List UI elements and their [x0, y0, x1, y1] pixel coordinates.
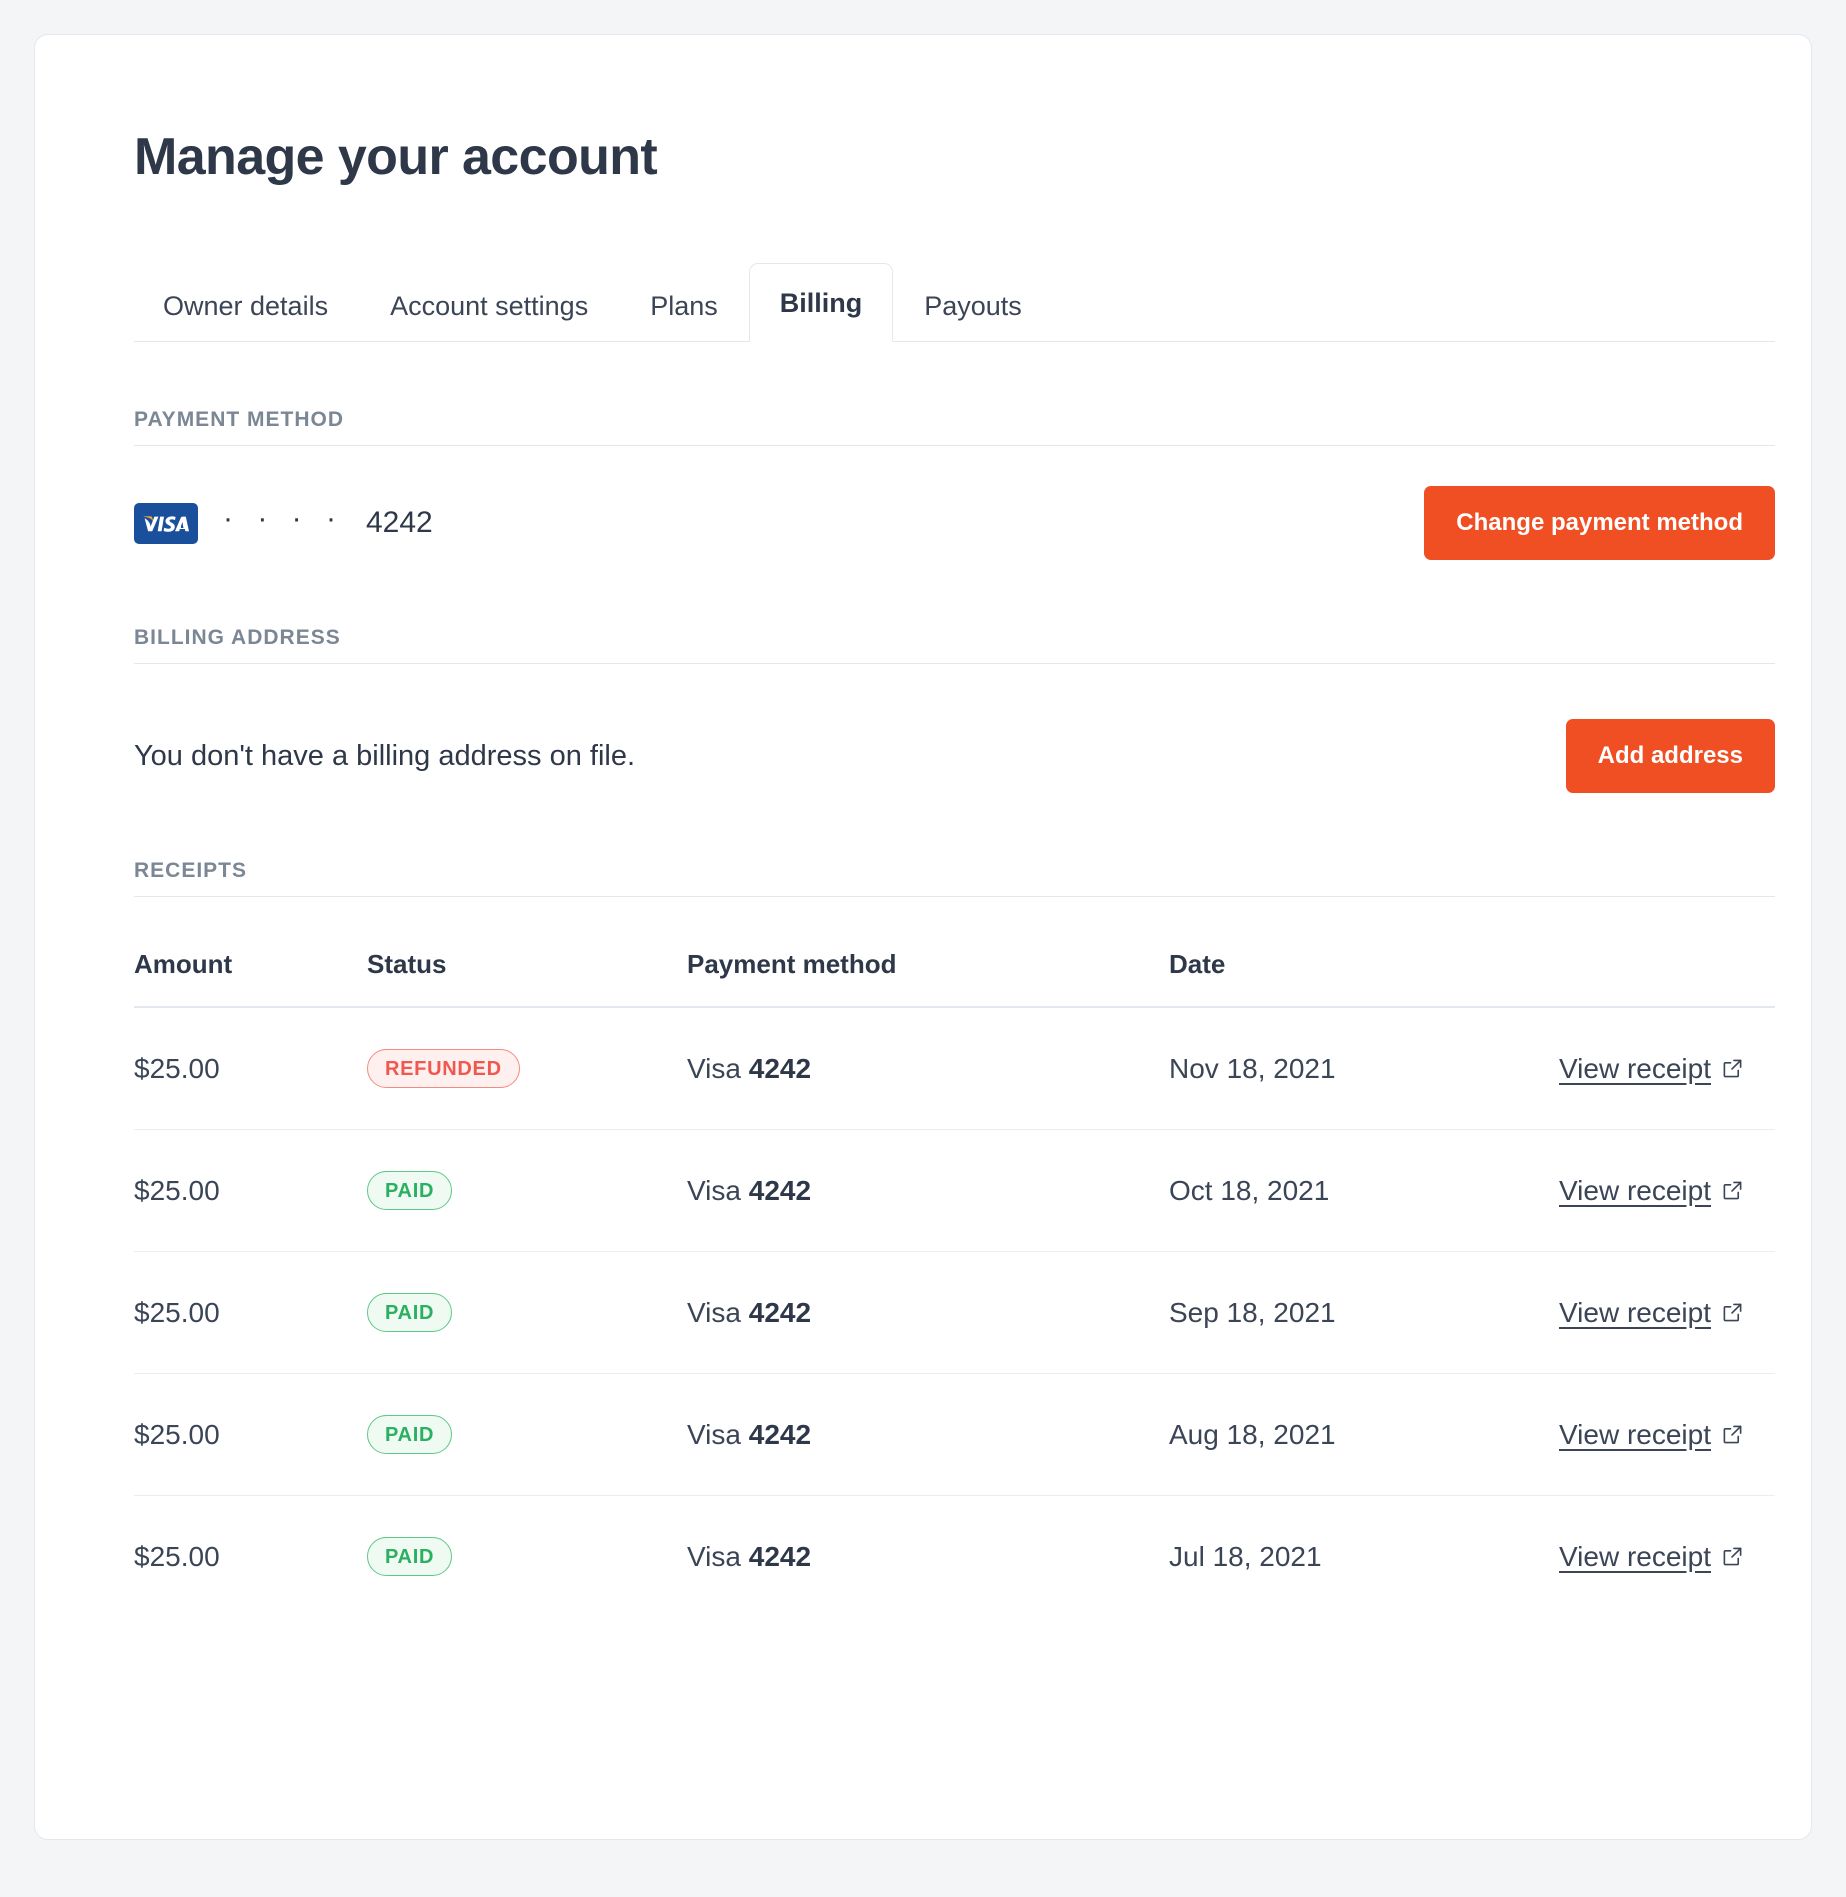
status-badge: PAID: [367, 1293, 452, 1332]
column-header-amount: Amount: [134, 949, 367, 1007]
receipt-amount: $25.00: [134, 1053, 220, 1084]
tab-owner-details[interactable]: Owner details: [134, 268, 359, 342]
receipt-method-brand: Visa: [687, 1175, 749, 1206]
view-receipt-label: View receipt: [1559, 1175, 1711, 1207]
tab-label: Payouts: [924, 291, 1022, 321]
column-header-status: Status: [367, 949, 687, 1007]
tab-bar: Owner details Account settings Plans Bil…: [134, 258, 1775, 342]
external-link-icon: [1722, 1424, 1743, 1445]
receipt-date: Jul 18, 2021: [1169, 1541, 1322, 1572]
view-receipt-label: View receipt: [1559, 1297, 1711, 1329]
tab-account-settings[interactable]: Account settings: [359, 268, 619, 342]
view-receipt-link[interactable]: View receipt: [1559, 1541, 1743, 1573]
receipts-table-body: $25.00 REFUNDED Visa 4242 Nov 18, 2021 V…: [134, 1007, 1775, 1617]
card-last4: 4242: [366, 508, 433, 538]
receipt-date: Sep 18, 2021: [1169, 1297, 1336, 1328]
tab-label: Account settings: [390, 291, 588, 321]
divider: [134, 663, 1775, 664]
view-receipt-link[interactable]: View receipt: [1559, 1297, 1743, 1329]
tab-plans[interactable]: Plans: [619, 268, 749, 342]
page-title: Manage your account: [134, 129, 1749, 186]
receipt-amount: $25.00: [134, 1541, 220, 1572]
receipt-method-digits: 4242: [749, 1053, 811, 1084]
column-header-action: [1559, 949, 1775, 1007]
receipt-method-digits: 4242: [749, 1541, 811, 1572]
visa-logo-icon: [134, 503, 198, 544]
billing-address-section-header: BILLING ADDRESS: [134, 626, 1775, 664]
section-label: PAYMENT METHOD: [134, 408, 1775, 445]
tab-payouts[interactable]: Payouts: [893, 268, 1053, 342]
payment-method-section-header: PAYMENT METHOD: [134, 408, 1775, 446]
receipt-date: Nov 18, 2021: [1169, 1053, 1336, 1084]
divider: [134, 445, 1775, 446]
external-link-icon: [1722, 1302, 1743, 1323]
status-badge: REFUNDED: [367, 1049, 520, 1088]
column-header-payment-method: Payment method: [687, 949, 1169, 1007]
receipt-method-brand: Visa: [687, 1297, 749, 1328]
view-receipt-link[interactable]: View receipt: [1559, 1175, 1743, 1207]
receipts-table: Amount Status Payment method Date $25.00…: [134, 949, 1775, 1617]
tab-label: Owner details: [163, 291, 328, 321]
add-address-button[interactable]: Add address: [1566, 719, 1775, 793]
receipts-section-header: RECEIPTS: [134, 859, 1775, 897]
change-payment-method-button[interactable]: Change payment method: [1424, 486, 1775, 560]
column-header-date: Date: [1169, 949, 1559, 1007]
billing-address-row: You don't have a billing address on file…: [134, 719, 1775, 793]
receipt-amount: $25.00: [134, 1175, 220, 1206]
page-background: Manage your account Owner details Accoun…: [0, 0, 1846, 1897]
card-masked-dots: · · · ·: [223, 504, 344, 534]
receipt-method-brand: Visa: [687, 1419, 749, 1450]
tab-billing[interactable]: Billing: [749, 263, 894, 342]
receipt-method-digits: 4242: [749, 1297, 811, 1328]
view-receipt-link[interactable]: View receipt: [1559, 1053, 1743, 1085]
section-label: BILLING ADDRESS: [134, 626, 1775, 663]
receipt-date: Aug 18, 2021: [1169, 1419, 1336, 1450]
view-receipt-label: View receipt: [1559, 1541, 1711, 1573]
view-receipt-link[interactable]: View receipt: [1559, 1419, 1743, 1451]
table-row: $25.00 PAID Visa 4242 Sep 18, 2021 View …: [134, 1252, 1775, 1374]
status-badge: PAID: [367, 1415, 452, 1454]
external-link-icon: [1722, 1058, 1743, 1079]
receipt-method-digits: 4242: [749, 1175, 811, 1206]
table-row: $25.00 PAID Visa 4242 Oct 18, 2021 View …: [134, 1130, 1775, 1252]
receipts-table-header: Amount Status Payment method Date: [134, 949, 1775, 1007]
tab-label: Plans: [650, 291, 718, 321]
divider: [134, 896, 1775, 897]
receipt-method-brand: Visa: [687, 1053, 749, 1084]
receipt-method-brand: Visa: [687, 1541, 749, 1572]
table-header-row: Amount Status Payment method Date: [134, 949, 1775, 1007]
receipt-date: Oct 18, 2021: [1169, 1175, 1329, 1206]
table-row: $25.00 PAID Visa 4242 Jul 18, 2021 View …: [134, 1496, 1775, 1618]
external-link-icon: [1722, 1180, 1743, 1201]
billing-address-empty-message: You don't have a billing address on file…: [134, 742, 635, 771]
account-card: Manage your account Owner details Accoun…: [34, 34, 1812, 1840]
status-badge: PAID: [367, 1537, 452, 1576]
view-receipt-label: View receipt: [1559, 1419, 1711, 1451]
external-link-icon: [1722, 1546, 1743, 1567]
tab-label: Billing: [780, 288, 863, 318]
section-label: RECEIPTS: [134, 859, 1775, 896]
table-row: $25.00 PAID Visa 4242 Aug 18, 2021 View …: [134, 1374, 1775, 1496]
receipt-amount: $25.00: [134, 1419, 220, 1450]
receipt-amount: $25.00: [134, 1297, 220, 1328]
payment-method-row: · · · · 4242 Change payment method: [134, 486, 1775, 560]
table-row: $25.00 REFUNDED Visa 4242 Nov 18, 2021 V…: [134, 1007, 1775, 1130]
payment-method-details: · · · · 4242: [134, 503, 433, 544]
receipt-method-digits: 4242: [749, 1419, 811, 1450]
view-receipt-label: View receipt: [1559, 1053, 1711, 1085]
status-badge: PAID: [367, 1171, 452, 1210]
